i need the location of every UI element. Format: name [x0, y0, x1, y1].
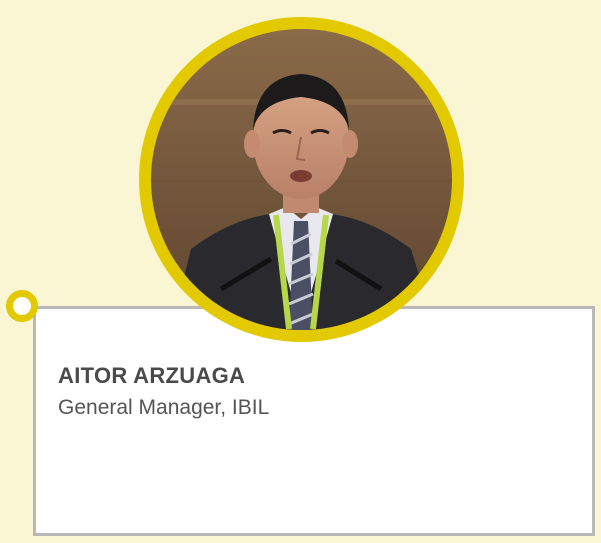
avatar: [151, 29, 452, 330]
speaker-photo: [151, 29, 452, 330]
speaker-name: AITOR ARZUAGA: [58, 363, 246, 388]
speaker-role: General Manager, IBIL: [58, 396, 270, 419]
circle-marker-icon: [6, 290, 38, 322]
